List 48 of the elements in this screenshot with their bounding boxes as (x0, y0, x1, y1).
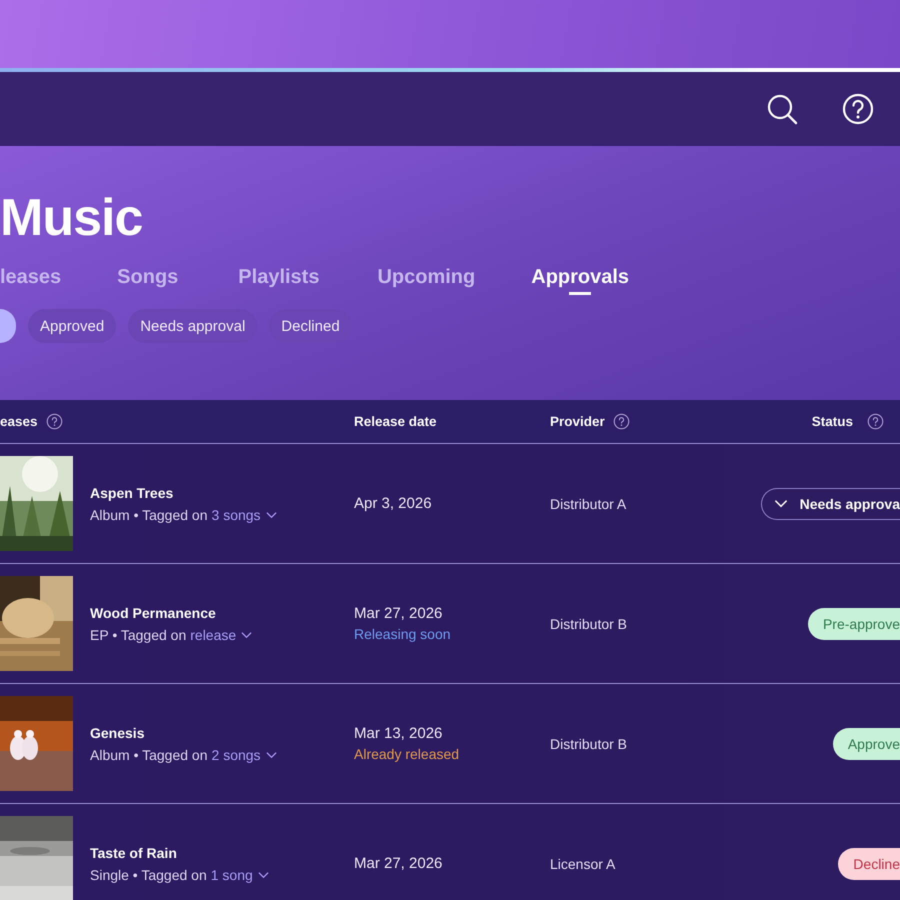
status-dropdown[interactable]: Needs approva (760, 488, 900, 520)
chevron-icon (266, 510, 277, 518)
release-date: Mar 27, 2026 (354, 855, 442, 872)
release-date: Mar 27, 2026 (354, 605, 442, 622)
tab[interactable]: Upcoming (377, 254, 476, 307)
chevron-icon (258, 870, 269, 878)
tagged-link[interactable]: 1 song (210, 866, 269, 882)
status-badge: Pre-approve (808, 608, 900, 640)
release-meta: Single • Tagged on (90, 866, 207, 882)
release-title: Aspen Trees (90, 484, 174, 500)
page-title: Music (0, 188, 144, 249)
help-icon[interactable] (612, 413, 630, 430)
status-badge: Approve (832, 728, 900, 760)
filter-chip[interactable] (0, 309, 16, 343)
release-date: Mar 13, 2026 (354, 725, 442, 742)
chevron-icon (774, 499, 788, 508)
release-title: Genesis (90, 724, 146, 740)
release-note: Releasing soon (354, 626, 451, 642)
release-title: Taste of Rain (90, 844, 178, 860)
provider-name: Distributor B (550, 736, 628, 752)
tagged-link[interactable]: 2 songs (212, 746, 277, 762)
filter-chip[interactable]: Declined (269, 309, 352, 343)
filter-chip[interactable]: Needs approval (128, 309, 258, 343)
release-note: Already released (354, 746, 460, 762)
filter-chip[interactable]: Approved (28, 309, 116, 343)
column-header: Provider (550, 414, 605, 429)
help-icon[interactable] (867, 413, 884, 430)
provider-name: Distributor B (550, 616, 628, 632)
column-header: Status (812, 414, 853, 429)
provider-name: Licensor A (550, 856, 616, 872)
search-icon[interactable] (766, 93, 798, 125)
provider-name: Distributor A (550, 496, 626, 512)
column-header: eases (0, 414, 38, 429)
release-meta: EP • Tagged on (90, 626, 186, 642)
chevron-icon (266, 750, 277, 758)
tab[interactable]: leases (0, 254, 62, 307)
release-date: Apr 3, 2026 (354, 495, 432, 512)
tagged-link[interactable]: 3 songs (212, 506, 277, 522)
release-meta: Album • Tagged on (90, 506, 208, 522)
chevron-icon (241, 630, 252, 638)
tab[interactable]: Playlists (238, 254, 320, 307)
tab[interactable]: Songs (117, 254, 178, 307)
release-title: Wood Permanence (90, 604, 217, 620)
tagged-link[interactable]: release (190, 626, 252, 642)
release-meta: Album • Tagged on (90, 746, 208, 762)
status-badge: Decline (838, 848, 900, 880)
column-header: Release date (354, 414, 437, 429)
help-icon[interactable] (46, 413, 63, 430)
